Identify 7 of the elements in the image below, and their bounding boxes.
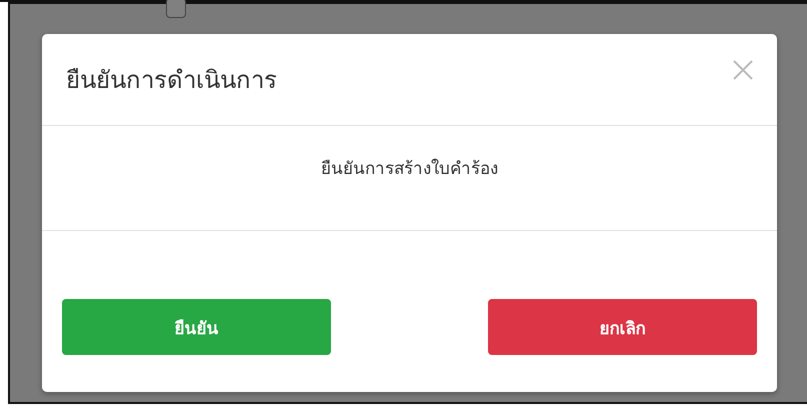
close-icon	[731, 58, 755, 82]
dialog-message: ยืนยันการสร้างใบคำร้อง	[321, 158, 498, 178]
confirm-button[interactable]: ยืนยัน	[62, 299, 331, 355]
cancel-button[interactable]: ยกเลิก	[488, 299, 757, 355]
checkbox[interactable]	[166, 0, 186, 18]
close-button[interactable]	[731, 58, 755, 82]
dialog-title: ยืนยันการดำเนินการ	[66, 65, 277, 96]
